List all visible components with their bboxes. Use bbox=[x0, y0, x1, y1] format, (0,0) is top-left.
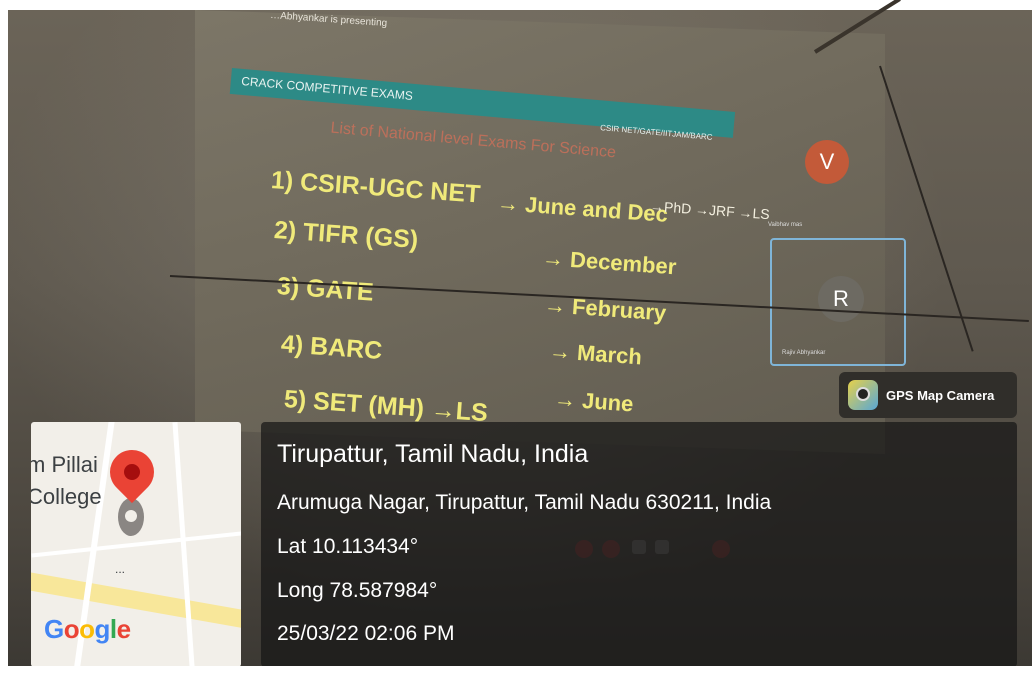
google-letter: o bbox=[63, 614, 80, 644]
gps-badge-label: GPS Map Camera bbox=[886, 388, 995, 403]
avatar-initial: R bbox=[833, 286, 849, 311]
location-pin-center bbox=[124, 464, 140, 480]
place-title: Tirupattur, Tamil Nadu, India bbox=[277, 440, 589, 468]
participant-name: Vaibhav mas bbox=[768, 222, 803, 228]
google-logo: Google bbox=[44, 614, 131, 645]
bottom-border bbox=[0, 666, 1032, 683]
google-letter: l bbox=[109, 614, 117, 644]
longitude-text: Long 78.587984° bbox=[277, 579, 438, 602]
google-letter: G bbox=[44, 614, 64, 644]
avatar: V bbox=[805, 140, 849, 184]
avatar-initial: V bbox=[819, 149, 835, 174]
address-text: Arumuga Nagar, Tirupattur, Tamil Nadu 63… bbox=[277, 491, 772, 514]
participant-name: Rajiv Abhyankar bbox=[782, 350, 826, 356]
map-street bbox=[172, 422, 195, 667]
avatar: R bbox=[818, 276, 864, 322]
gps-camera-icon bbox=[848, 380, 878, 410]
exam-month: → June bbox=[553, 386, 635, 417]
google-letter: e bbox=[116, 614, 131, 644]
map-label: ... bbox=[115, 562, 126, 576]
datetime-text: 25/03/22 02:06 PM bbox=[277, 622, 455, 645]
map-street bbox=[31, 530, 241, 558]
map-label: m Pillai bbox=[31, 452, 98, 477]
latitude-text: Lat 10.113434° bbox=[277, 535, 419, 558]
poi-marker-center bbox=[125, 510, 137, 522]
google-letter: g bbox=[94, 614, 111, 644]
google-letter: o bbox=[79, 614, 95, 644]
map-label: College bbox=[31, 484, 102, 509]
